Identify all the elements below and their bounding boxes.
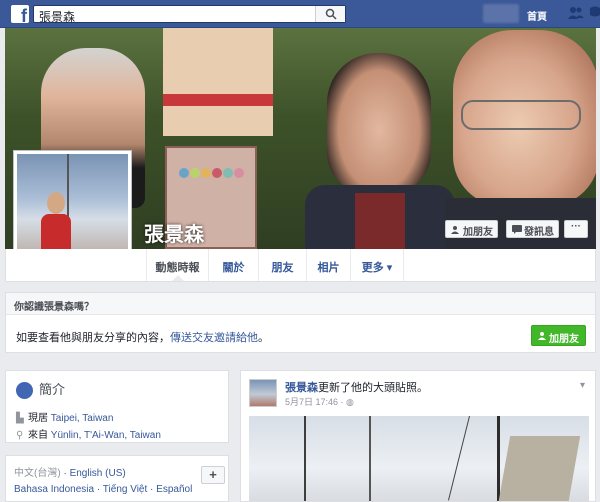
profile-name[interactable]: 張景森 [144, 218, 204, 247]
search-input[interactable]: 張景森 [33, 5, 346, 25]
add-friend-icon [538, 332, 546, 340]
search-button[interactable] [315, 6, 345, 22]
post-avatar[interactable] [249, 379, 277, 407]
language-line-2: Bahasa Indonesia · Tiếng Việt · Español [14, 484, 193, 495]
post-date[interactable]: 5月7日 17:46 [285, 397, 338, 407]
more-languages-button[interactable]: + [201, 466, 225, 484]
top-bar: f 張景森 首頁 [0, 0, 600, 28]
intro-title: 簡介 [16, 379, 65, 400]
post-author-link[interactable]: 張景森 [285, 382, 318, 394]
card-text: 如要查看他與朋友分享的內容，傳送交友邀請給他。 [16, 332, 269, 344]
chevron-down-icon[interactable]: ▾ [580, 380, 585, 391]
language-card: 中文(台灣) · English (US) Bahasa Indonesia ·… [5, 455, 229, 502]
search-icon [325, 8, 337, 20]
language-indonesian[interactable]: Bahasa Indonesia [14, 484, 94, 495]
post-photo[interactable] [249, 416, 589, 501]
card-title: 你認識張景森嗎？ [6, 293, 595, 315]
language-line-1: 中文(台灣) · English (US) [14, 468, 126, 479]
intro-card: 簡介 ▙ 現居 Taipei, Taiwan ⚲ 來自 Yünlin, T'Ai-W… [5, 370, 229, 443]
cover-quilt-top [163, 28, 273, 136]
send-message-button[interactable]: 發訊息 [506, 220, 559, 238]
facebook-logo-icon[interactable]: f [11, 5, 29, 25]
send-request-link[interactable]: 傳送交友邀請給他 [170, 332, 258, 344]
cover-person-middle [305, 53, 455, 249]
message-icon [512, 225, 522, 234]
cover-person-right [445, 30, 596, 249]
add-friend-button[interactable]: 加朋友 [445, 220, 498, 238]
know-person-card: 你認識張景森嗎？ 如要查看他與朋友分享的內容，傳送交友邀請給他。 [5, 292, 596, 353]
lives-in-link[interactable]: Taipei, Taiwan [51, 413, 114, 424]
home-icon: ▙ [16, 413, 24, 424]
post-meta: 5月7日 17:46 · ◍ [285, 397, 354, 407]
location-pin-icon: ⚲ [16, 430, 24, 441]
messages-icon[interactable] [590, 6, 600, 20]
tab-about[interactable]: 關於 [208, 249, 258, 281]
tab-more[interactable]: 更多 ▾ [350, 249, 404, 281]
lives-in-row: ▙ 現居 Taipei, Taiwan [16, 413, 114, 424]
from-link[interactable]: Yünlin, T'Ai-Wan, Taiwan [51, 430, 161, 441]
globe-icon [16, 382, 33, 400]
language-english[interactable]: English (US) [70, 468, 126, 479]
language-vietnamese[interactable]: Tiếng Việt [103, 484, 147, 495]
from-row: ⚲ 來自 Yünlin, T'Ai-Wan, Taiwan [16, 430, 161, 441]
user-avatar[interactable] [483, 4, 519, 23]
post-header: 張景森更新了他的大頭貼照。 [285, 382, 428, 394]
profile-nav: 動態時報 關於 朋友 相片 更多 ▾ [5, 249, 596, 282]
home-link[interactable]: 首頁 [527, 8, 547, 23]
timeline-post: 張景森更新了他的大頭貼照。 5月7日 17:46 · ◍ ▾ [240, 370, 596, 502]
more-options-button[interactable]: ··· [564, 220, 588, 238]
tab-photos[interactable]: 相片 [306, 249, 350, 281]
friend-requests-icon[interactable] [568, 6, 584, 20]
tab-timeline[interactable]: 動態時報 [146, 249, 208, 281]
add-friend-green-button[interactable]: 加朋友 [531, 325, 586, 346]
globe-icon: ◍ [346, 397, 354, 407]
cover-quilt-dots [179, 168, 249, 182]
language-spanish[interactable]: Español [156, 484, 192, 495]
add-friend-icon [451, 226, 459, 234]
search-value[interactable]: 張景森 [39, 8, 75, 25]
tab-friends[interactable]: 朋友 [258, 249, 306, 281]
